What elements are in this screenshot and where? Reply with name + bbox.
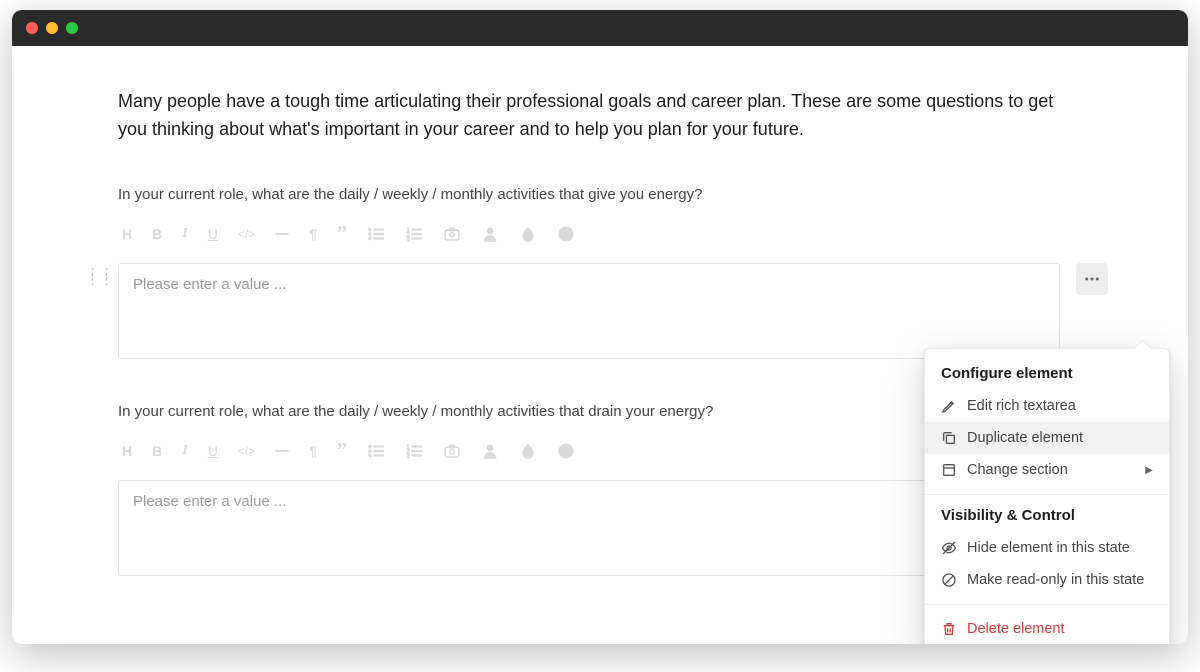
close-window-button[interactable] xyxy=(26,22,38,34)
menu-item-duplicate[interactable]: Duplicate element xyxy=(925,422,1169,454)
divider-icon[interactable] xyxy=(275,442,289,460)
menu-item-label: Duplicate element xyxy=(967,430,1083,446)
question-label: In your current role, what are the daily… xyxy=(118,186,1108,203)
quote-icon[interactable]: ” xyxy=(337,442,347,460)
menu-item-delete[interactable]: Delete element xyxy=(925,613,1169,644)
ordered-list-icon[interactable]: 123 xyxy=(405,442,423,460)
smiley-icon[interactable] xyxy=(557,442,575,460)
heading-icon[interactable]: H xyxy=(122,225,132,243)
chevron-right-icon: ▶ xyxy=(1145,465,1153,476)
droplet-icon[interactable] xyxy=(519,225,537,243)
camera-icon[interactable] xyxy=(443,225,461,243)
page-content: Many people have a tough time articulati… xyxy=(12,46,1188,644)
menu-item-label: Delete element xyxy=(967,621,1065,637)
paragraph-icon[interactable]: ¶ xyxy=(309,225,317,243)
menu-item-hide[interactable]: Hide element in this state xyxy=(925,532,1169,564)
duplicate-icon xyxy=(941,430,957,446)
window-titlebar xyxy=(12,10,1188,46)
smiley-icon[interactable] xyxy=(557,225,575,243)
pencil-icon xyxy=(941,398,957,414)
menu-item-change-section[interactable]: Change section ▶ xyxy=(925,454,1169,486)
user-icon[interactable] xyxy=(481,442,499,460)
rich-text-toolbar: H B I U </> ¶ ” 123 xyxy=(118,225,1108,243)
question-block: In your current role, what are the daily… xyxy=(118,186,1108,359)
divider-icon[interactable] xyxy=(275,225,289,243)
quote-icon[interactable]: ” xyxy=(337,225,347,243)
underline-icon[interactable]: U xyxy=(208,442,218,460)
italic-icon[interactable]: I xyxy=(182,225,187,243)
trash-icon xyxy=(941,621,957,637)
menu-item-readonly[interactable]: Make read-only in this state xyxy=(925,564,1169,596)
prohibit-icon xyxy=(941,572,957,588)
minimize-window-button[interactable] xyxy=(46,22,58,34)
eye-slash-icon xyxy=(941,540,957,556)
user-icon[interactable] xyxy=(481,225,499,243)
menu-heading: Configure element xyxy=(925,361,1169,390)
menu-item-edit[interactable]: Edit rich textarea xyxy=(925,390,1169,422)
drag-handle-icon[interactable]: ⋮⋮⋮⋮ xyxy=(86,271,114,283)
section-icon xyxy=(941,462,957,478)
rich-textarea[interactable]: Please enter a value ... xyxy=(118,263,1060,359)
droplet-icon[interactable] xyxy=(519,442,537,460)
camera-icon[interactable] xyxy=(443,442,461,460)
menu-item-label: Make read-only in this state xyxy=(967,572,1144,588)
underline-icon[interactable]: U xyxy=(208,225,218,243)
menu-separator xyxy=(925,494,1169,495)
ordered-list-icon[interactable]: 123 xyxy=(405,225,423,243)
menu-item-label: Change section xyxy=(967,462,1068,478)
menu-item-label: Edit rich textarea xyxy=(967,398,1076,414)
bullet-list-icon[interactable] xyxy=(367,442,385,460)
menu-item-label: Hide element in this state xyxy=(967,540,1130,556)
heading-icon[interactable]: H xyxy=(122,442,132,460)
more-options-button[interactable] xyxy=(1076,263,1108,295)
italic-icon[interactable]: I xyxy=(182,442,187,460)
svg-text:3: 3 xyxy=(406,454,410,460)
code-icon[interactable]: </> xyxy=(238,225,255,243)
code-icon[interactable]: </> xyxy=(238,442,255,460)
bullet-list-icon[interactable] xyxy=(367,225,385,243)
paragraph-icon[interactable]: ¶ xyxy=(309,442,317,460)
intro-text: Many people have a tough time articulati… xyxy=(118,88,1078,144)
app-window: Many people have a tough time articulati… xyxy=(12,10,1188,644)
bold-icon[interactable]: B xyxy=(152,442,162,460)
element-context-menu: Configure element Edit rich textarea Dup… xyxy=(924,348,1170,644)
maximize-window-button[interactable] xyxy=(66,22,78,34)
menu-separator xyxy=(925,604,1169,605)
textarea-row: ⋮⋮⋮⋮ Please enter a value ... xyxy=(118,263,1108,359)
svg-text:3: 3 xyxy=(406,237,410,243)
menu-heading: Visibility & Control xyxy=(925,503,1169,532)
bold-icon[interactable]: B xyxy=(152,225,162,243)
